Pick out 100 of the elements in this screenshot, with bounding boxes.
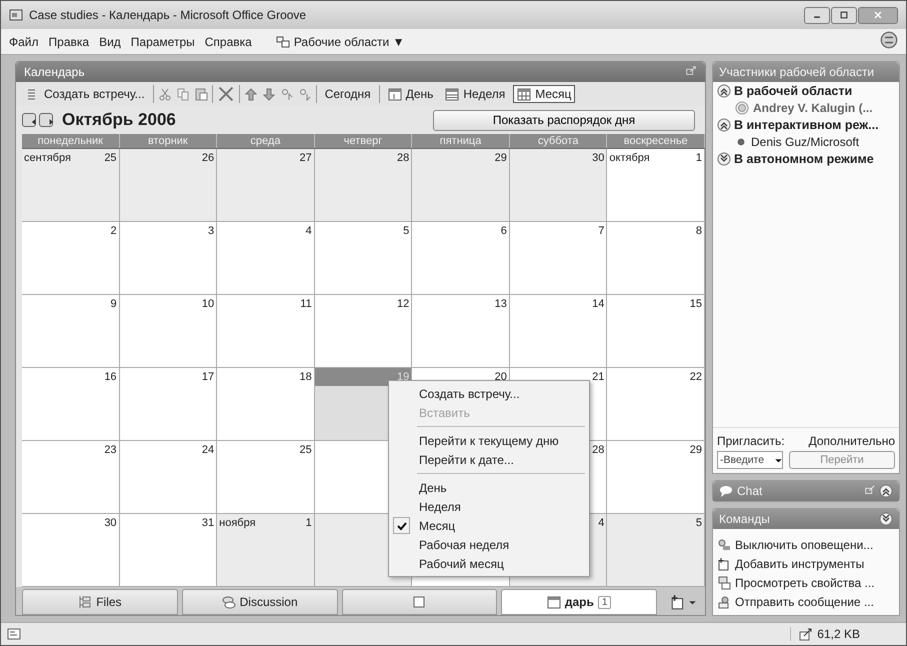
menu-item[interactable]: Месяц (389, 516, 589, 535)
day-cell[interactable]: 9 (22, 295, 120, 368)
view-button[interactable]: День (384, 85, 438, 103)
maximize-button[interactable] (831, 6, 857, 24)
menu-item[interactable]: Вид (99, 34, 121, 48)
day-cell[interactable]: 6 (412, 222, 510, 295)
day-cell[interactable]: 22 (607, 368, 705, 441)
day-cell[interactable]: октября 1 (607, 149, 705, 222)
collapse-icon[interactable] (717, 84, 731, 98)
panel-title: Команды (719, 512, 770, 526)
invite-field[interactable]: -Введите (717, 451, 783, 469)
invite-label: Пригласить: (717, 434, 785, 448)
day-cell[interactable]: 16 (22, 368, 120, 441)
expand-icon[interactable] (717, 152, 731, 166)
next-month-button[interactable] (39, 113, 53, 127)
member-group[interactable]: В автономном режиме (713, 150, 899, 168)
count-badge: 1 (598, 596, 612, 608)
day-cell[interactable]: 8 (607, 222, 705, 295)
menu-item[interactable]: Перейти к дате... (389, 450, 589, 469)
day-cell[interactable]: 5 (607, 514, 705, 587)
day-number: 29 (494, 151, 507, 165)
panel-title: Участники рабочей области (719, 65, 874, 79)
create-meeting-button[interactable]: Создать встречу... (22, 85, 149, 103)
member-group[interactable]: В интерактивном реж... (713, 116, 899, 134)
day-cell[interactable]: 28 (314, 149, 412, 222)
weekday-header: четверг (314, 134, 412, 148)
day-cell[interactable]: 10 (120, 295, 218, 368)
status-window-icon (7, 627, 21, 641)
day-cell[interactable]: 30 (22, 514, 120, 587)
day-cell[interactable]: 23 (22, 441, 120, 514)
command-link[interactable]: Выключить оповещени... (717, 535, 895, 554)
day-cell[interactable]: 2 (22, 222, 120, 295)
view-button[interactable]: Неделя (441, 85, 510, 103)
menu-item[interactable]: Рабочий месяц (389, 554, 589, 573)
tool-tab[interactable]: дарь 1 (501, 589, 657, 615)
day-number: 5 (403, 224, 410, 238)
show-schedule-button[interactable]: Показать распорядок дня (433, 110, 695, 130)
menu-item[interactable]: Рабочая неделя (389, 535, 589, 554)
day-number: 25 (299, 443, 312, 457)
today-button[interactable]: Сегодня (320, 85, 375, 103)
day-cell[interactable]: 30 (510, 149, 608, 222)
menu-item[interactable]: Файл (9, 34, 39, 48)
day-number: 1 (306, 516, 312, 530)
day-number: 2 (110, 224, 117, 238)
view-button[interactable]: Месяц (513, 85, 576, 103)
day-cell[interactable]: ноября 1 (217, 514, 315, 587)
document-icon (412, 595, 426, 609)
menu-item[interactable]: Параметры (130, 34, 195, 48)
menu-item[interactable]: Правка (48, 34, 90, 48)
day-cell[interactable]: 17 (120, 368, 218, 441)
calendar-view-icon (388, 87, 402, 101)
member-group[interactable]: В рабочей области (713, 82, 899, 100)
day-number: 31 (202, 516, 214, 530)
day-number: 26 (202, 151, 214, 165)
day-cell[interactable]: 27 (217, 149, 315, 222)
day-cell[interactable]: 18 (217, 368, 315, 441)
day-cell[interactable]: 13 (412, 295, 510, 368)
day-cell[interactable]: 3 (120, 222, 218, 295)
more-link[interactable]: Дополнительно (808, 434, 895, 448)
popout-icon (685, 64, 697, 76)
tool-tab[interactable]: Files (22, 589, 178, 615)
day-cell[interactable]: 15 (607, 295, 705, 368)
day-cell[interactable]: 14 (510, 295, 608, 368)
day-number: 30 (104, 516, 117, 530)
day-number: 24 (202, 443, 214, 457)
expand-icon (879, 512, 893, 526)
close-button[interactable] (858, 6, 898, 24)
day-cell[interactable]: 29 (412, 149, 510, 222)
menu-item[interactable]: День (389, 478, 589, 497)
command-link[interactable]: Просмотреть свойства ... (717, 573, 895, 592)
month-label: сентября (24, 151, 71, 165)
day-cell[interactable]: 12 (314, 295, 412, 368)
command-link[interactable]: Отправить сообщение ... (717, 592, 895, 611)
member-name: Andrey V. Kalugin (... (713, 100, 899, 116)
day-cell[interactable]: 11 (217, 295, 315, 368)
day-cell[interactable]: 7 (510, 222, 608, 295)
day-cell[interactable]: 26 (120, 149, 218, 222)
day-cell[interactable]: 25 (217, 441, 315, 514)
close-icon (873, 10, 883, 20)
day-cell[interactable]: 5 (314, 222, 412, 295)
command-link[interactable]: Добавить инструменты (717, 554, 895, 573)
workspaces-button[interactable]: Рабочие области ▼ (272, 32, 408, 50)
menu-item[interactable]: Справка (204, 34, 252, 48)
collapse-icon[interactable] (717, 118, 731, 132)
day-number: 10 (202, 297, 214, 311)
weekday-header: понедельник (22, 134, 120, 148)
day-cell[interactable]: сентября 25 (22, 149, 120, 222)
copy-icon (176, 87, 190, 101)
day-cell[interactable]: 24 (120, 441, 218, 514)
day-cell[interactable]: 4 (217, 222, 315, 295)
menu-item[interactable]: Неделя (389, 497, 589, 516)
window-title: Case studies - Календарь - Microsoft Office Groove (29, 8, 306, 22)
calendar-view-icon (445, 87, 460, 101)
tool-tab[interactable]: Discussion (182, 589, 338, 615)
day-cell[interactable]: 31 (120, 514, 218, 587)
previous-month-button[interactable] (22, 113, 36, 127)
ring-status-icon (735, 101, 749, 115)
day-cell[interactable]: 29 (607, 441, 705, 514)
workspaces-icon (276, 34, 290, 48)
day-number: 13 (494, 297, 507, 311)
